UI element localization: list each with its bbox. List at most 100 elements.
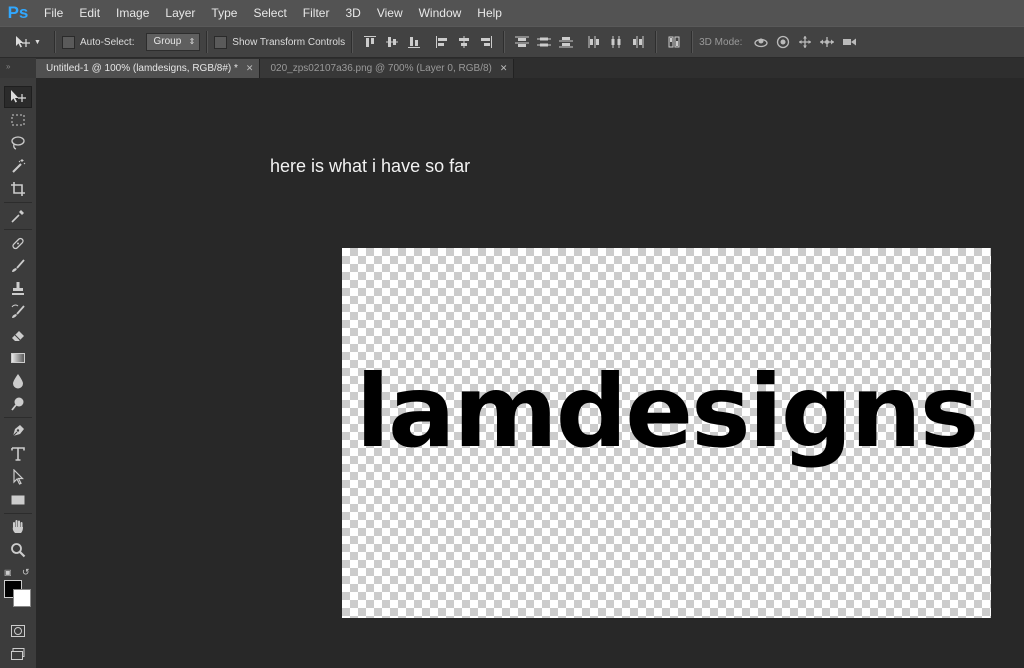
brush-tool-button[interactable] xyxy=(4,255,32,277)
distribute-bottom-edges-icon[interactable] xyxy=(557,33,575,51)
tools-panel: ▣ ↺ xyxy=(0,78,37,668)
crop-tool-button[interactable] xyxy=(4,178,32,200)
gradient-tool-button[interactable] xyxy=(4,347,32,369)
menu-window[interactable]: Window xyxy=(411,0,470,26)
screen-mode-button[interactable] xyxy=(4,643,32,665)
menu-help[interactable]: Help xyxy=(469,0,510,26)
zoom-tool-icon xyxy=(11,543,26,558)
move-tool-icon xyxy=(16,36,30,48)
tab-label: Untitled-1 @ 100% (lamdesigns, RGB/8#) * xyxy=(46,63,238,74)
auto-select-checkbox[interactable] xyxy=(62,35,75,49)
updown-arrow-icon: ⇕ xyxy=(188,37,196,46)
history-brush-tool-button[interactable] xyxy=(4,301,32,323)
distribute-right-edges-icon[interactable] xyxy=(629,33,647,51)
divider xyxy=(54,31,56,53)
hand-tool-icon xyxy=(12,520,23,533)
move-tool-icon xyxy=(11,90,26,103)
healing-brush-tool-button[interactable] xyxy=(4,232,32,254)
photoshop-logo[interactable]: Ps xyxy=(0,0,36,26)
eyedropper-tool-button[interactable] xyxy=(4,205,32,227)
close-icon[interactable]: ✕ xyxy=(500,63,508,74)
divider xyxy=(4,513,32,514)
document-canvas[interactable]: lamdesigns xyxy=(342,248,991,618)
quick-mask-icon xyxy=(11,625,25,637)
menu-select[interactable]: Select xyxy=(245,0,294,26)
move-tool-button[interactable] xyxy=(4,86,32,108)
history-brush-tool-icon xyxy=(11,304,25,318)
rotate-3d-object-icon[interactable] xyxy=(752,33,770,51)
tools-panel-handle[interactable]: » xyxy=(0,58,36,78)
slide-3d-object-icon[interactable] xyxy=(818,33,836,51)
swap-colors-icon[interactable]: ↺ xyxy=(22,567,30,578)
pen-tool-button[interactable] xyxy=(4,420,32,442)
magic-wand-tool-icon xyxy=(12,159,26,173)
align-left-edges-icon[interactable] xyxy=(433,33,451,51)
brush-tool-icon xyxy=(12,259,25,272)
menu-filter[interactable]: Filter xyxy=(295,0,338,26)
hand-tool-button[interactable] xyxy=(4,516,32,538)
type-tool-icon xyxy=(11,447,25,461)
distribute-left-edges-icon[interactable] xyxy=(585,33,603,51)
divider xyxy=(503,31,506,53)
blur-tool-button[interactable] xyxy=(4,370,32,392)
align-right-edges-icon[interactable] xyxy=(477,33,495,51)
canvas-text-layer: lamdesigns xyxy=(355,353,979,470)
auto-select-target-value: Group xyxy=(153,36,182,47)
background-color-swatch[interactable] xyxy=(13,589,31,607)
divider xyxy=(691,31,694,53)
eraser-tool-icon xyxy=(12,331,24,341)
drag-3d-object-icon[interactable] xyxy=(796,33,814,51)
tab-label: 020_zps02107a36.png @ 700% (Layer 0, RGB… xyxy=(270,63,492,74)
dodge-tool-button[interactable] xyxy=(4,393,32,415)
lasso-tool-button[interactable] xyxy=(4,132,32,154)
align-horizontal-centers-icon[interactable] xyxy=(455,33,473,51)
close-icon[interactable]: ✕ xyxy=(246,63,254,74)
blur-tool-icon xyxy=(13,374,23,389)
divider xyxy=(4,229,32,230)
quick-mask-button[interactable] xyxy=(4,620,32,642)
clone-stamp-tool-icon xyxy=(12,282,24,295)
dodge-tool-icon xyxy=(11,397,24,411)
magic-wand-tool-button[interactable] xyxy=(4,155,32,177)
default-colors-icon[interactable]: ▣ xyxy=(4,568,12,577)
auto-select-target-dropdown[interactable]: Group ⇕ xyxy=(146,33,201,51)
align-top-edges-icon[interactable] xyxy=(361,33,379,51)
path-selection-tool-icon xyxy=(13,469,24,485)
pen-tool-icon xyxy=(12,425,24,437)
eraser-tool-button[interactable] xyxy=(4,324,32,346)
divider xyxy=(4,202,32,203)
align-bottom-edges-icon[interactable] xyxy=(405,33,423,51)
marquee-tool-button[interactable] xyxy=(4,109,32,131)
menu-image[interactable]: Image xyxy=(108,0,157,26)
clone-stamp-tool-button[interactable] xyxy=(4,278,32,300)
menu-file[interactable]: File xyxy=(36,0,71,26)
path-selection-tool-button[interactable] xyxy=(4,466,32,488)
distribute-horizontal-centers-icon[interactable] xyxy=(607,33,625,51)
distribute-vertical-centers-icon[interactable] xyxy=(535,33,553,51)
document-tab-untitled-1[interactable]: Untitled-1 @ 100% (lamdesigns, RGB/8#) *… xyxy=(36,59,261,78)
collapse-arrows-icon: » xyxy=(6,62,12,71)
scale-3d-object-icon[interactable] xyxy=(840,33,858,51)
menu-edit[interactable]: Edit xyxy=(71,0,108,26)
roll-3d-object-icon[interactable] xyxy=(774,33,792,51)
menu-bar: Ps File Edit Image Layer Type Select Fil… xyxy=(0,0,1024,26)
tool-preset-picker[interactable]: ▼ xyxy=(14,35,48,49)
type-tool-button[interactable] xyxy=(4,443,32,465)
menu-layer[interactable]: Layer xyxy=(157,0,203,26)
menu-view[interactable]: View xyxy=(369,0,411,26)
annotation-caption: here is what i have so far xyxy=(270,156,471,176)
document-tab-020-png[interactable]: 020_zps02107a36.png @ 700% (Layer 0, RGB… xyxy=(260,59,515,78)
show-transform-controls-checkbox[interactable] xyxy=(214,35,228,49)
divider xyxy=(206,31,209,53)
rectangle-tool-button[interactable] xyxy=(4,489,32,511)
zoom-tool-button[interactable] xyxy=(4,539,32,561)
auto-align-layers-icon[interactable] xyxy=(665,33,683,51)
menu-3d[interactable]: 3D xyxy=(337,0,368,26)
options-bar: ▼ Auto-Select: Group ⇕ Show Transform Co… xyxy=(0,26,1024,58)
distribute-top-edges-icon[interactable] xyxy=(513,33,531,51)
divider xyxy=(351,31,354,53)
show-transform-controls-label: Show Transform Controls xyxy=(232,36,346,48)
align-vertical-centers-icon[interactable] xyxy=(383,33,401,51)
crop-tool-icon xyxy=(11,182,25,196)
menu-type[interactable]: Type xyxy=(203,0,245,26)
